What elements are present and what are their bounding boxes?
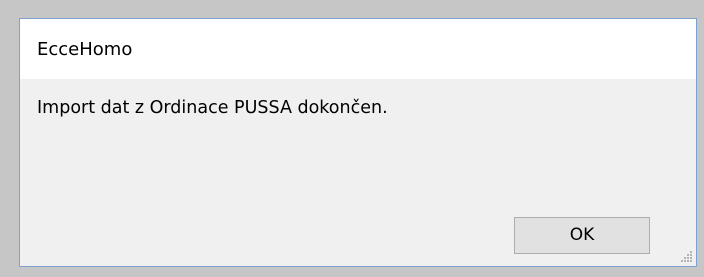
message-box-dialog: EcceHomo Import dat z Ordinace PUSSA dok…	[19, 18, 697, 267]
ok-button[interactable]: OK	[514, 217, 650, 254]
window-title: EcceHomo	[37, 39, 133, 60]
size-grip-icon[interactable]	[679, 249, 693, 263]
title-bar[interactable]: EcceHomo	[20, 19, 696, 79]
message-text: Import dat z Ordinace PUSSA dokončen.	[37, 98, 388, 118]
